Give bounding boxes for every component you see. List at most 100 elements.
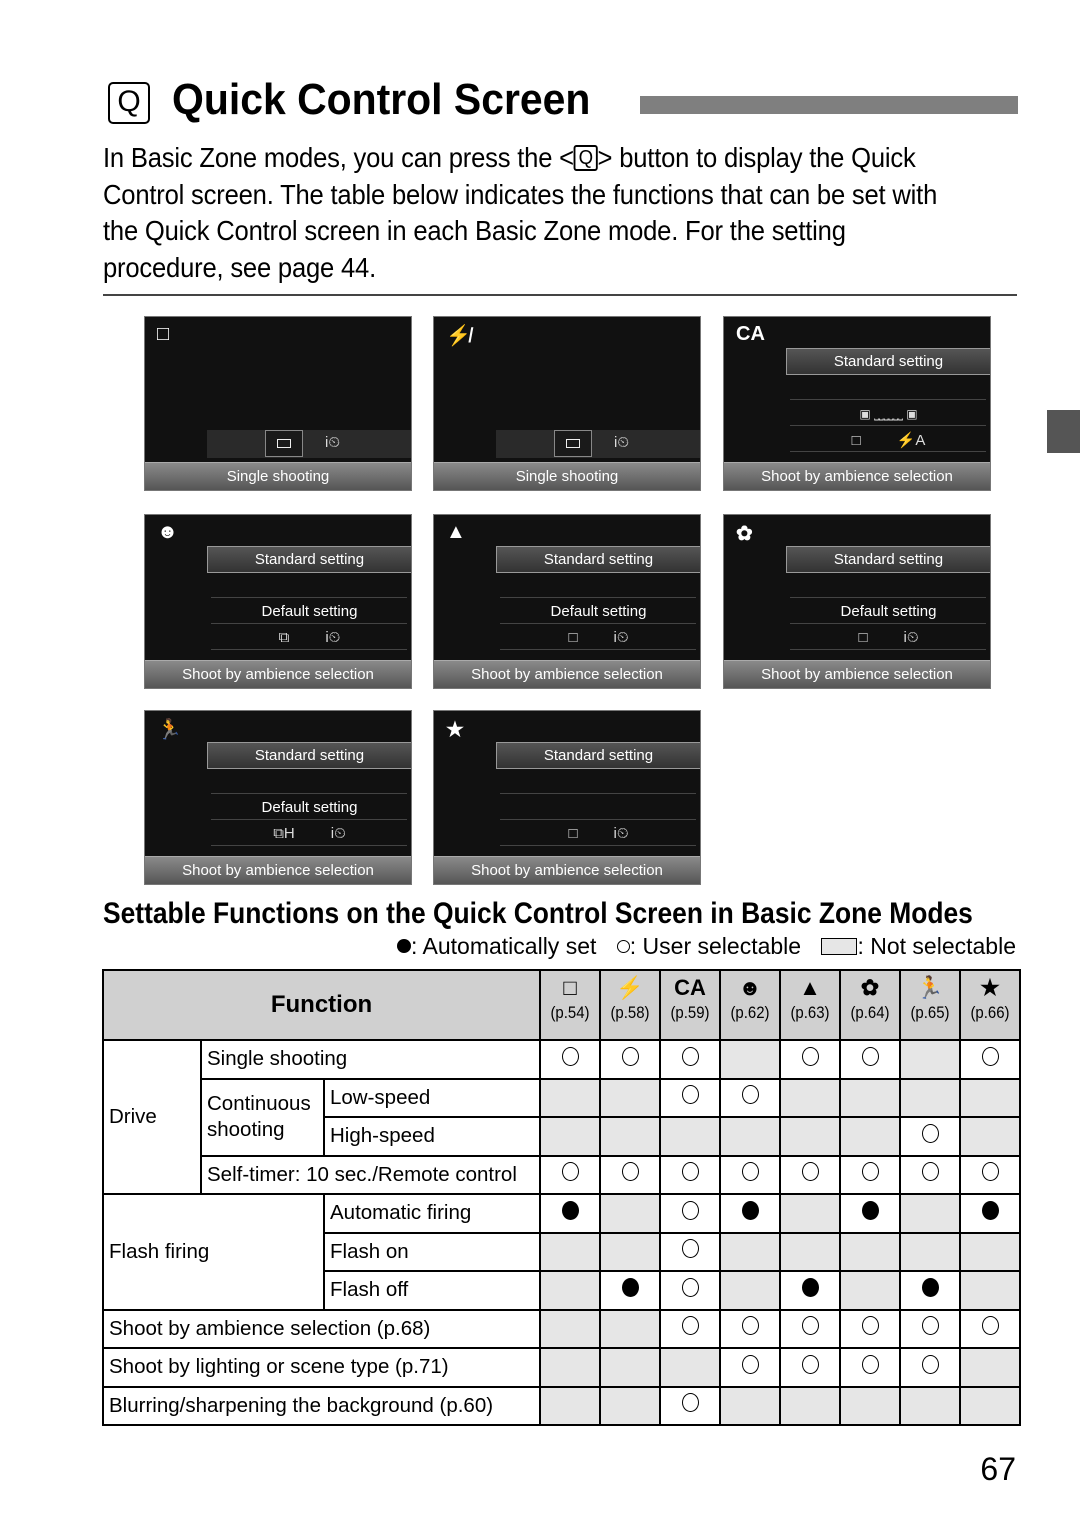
row-label: Self-timer: 10 sec./Remote control xyxy=(200,1154,541,1195)
quick-control-q-icon: Q xyxy=(108,82,150,124)
table-row: Blurring/sharpening the background (p.60… xyxy=(102,1385,1021,1426)
open-circle-icon xyxy=(921,1354,939,1374)
open-circle-icon xyxy=(681,1393,699,1413)
self-timer-icon[interactable]: i⏲ xyxy=(325,434,340,451)
cell-automatically-set xyxy=(779,1270,841,1311)
cell-user-selectable xyxy=(899,1116,961,1157)
drive-icon[interactable]: ⧉ xyxy=(279,629,290,646)
cell-user-selectable xyxy=(779,1347,841,1388)
cell-not-selectable xyxy=(539,1270,601,1311)
mode-icon: □ xyxy=(157,323,170,345)
ca-icons: □ ⚡A xyxy=(786,431,990,449)
open-circle-icon xyxy=(921,1123,939,1143)
cell-user-selectable xyxy=(719,1154,781,1195)
cell-not-selectable xyxy=(539,1347,601,1388)
table-row: Flash firing Automatic firing xyxy=(102,1193,1021,1311)
cell-not-selectable xyxy=(839,1231,901,1272)
mode-icon: 🏃 xyxy=(916,975,944,1000)
standard-setting-button[interactable]: Standard setting xyxy=(496,742,700,769)
separator xyxy=(790,451,986,452)
self-timer-icon[interactable]: i⏲ xyxy=(614,434,629,451)
cell-user-selectable xyxy=(839,1308,901,1349)
cell-not-selectable xyxy=(959,1116,1021,1157)
default-setting-label[interactable]: Default setting xyxy=(786,603,990,620)
cell-user-selectable xyxy=(539,1039,601,1080)
camera-screen: □ i⏲ Single shooting xyxy=(144,316,412,491)
cell-not-selectable xyxy=(899,1231,961,1272)
cell-not-selectable xyxy=(959,1385,1021,1426)
self-timer-icon[interactable]: i⏲ xyxy=(904,629,919,646)
separator xyxy=(500,597,696,598)
cell-not-selectable xyxy=(839,1270,901,1311)
cell-not-selectable xyxy=(899,1039,961,1080)
separator xyxy=(790,399,986,400)
self-timer-icon[interactable]: i⏲ xyxy=(614,629,629,646)
self-timer-icon[interactable]: i⏲ xyxy=(331,825,346,842)
drive-icons: □ i⏲ xyxy=(786,629,990,646)
page-title: Quick Control Screen xyxy=(172,75,591,124)
table-row: Self-timer: 10 sec./Remote control xyxy=(103,1154,1021,1195)
default-setting-label[interactable]: Default setting xyxy=(496,603,700,620)
screen-status-label: Shoot by ambience selection xyxy=(724,462,990,490)
drive-icon[interactable]: □ xyxy=(568,629,577,646)
cell-not-selectable xyxy=(659,1347,721,1388)
cell-not-selectable xyxy=(779,1116,841,1157)
cell-not-selectable xyxy=(539,1385,601,1426)
cell-user-selectable xyxy=(599,1039,661,1080)
cell-not-selectable xyxy=(779,1231,841,1272)
cell-user-selectable xyxy=(899,1347,961,1388)
screen-status-label: Shoot by ambience selection xyxy=(145,856,411,884)
drive-icon[interactable]: ⧉H xyxy=(273,825,295,842)
section-title: Settable Functions on the Quick Control … xyxy=(103,897,973,930)
separator xyxy=(500,819,696,820)
cell-automatically-set xyxy=(899,1270,961,1311)
flash-auto-icon[interactable]: ⚡A xyxy=(897,432,926,449)
table-row: Drive Single shooting xyxy=(102,1039,1021,1195)
standard-setting-button[interactable]: Standard setting xyxy=(207,546,411,573)
cell-not-selectable xyxy=(539,1231,601,1272)
standard-setting-button[interactable]: Standard setting xyxy=(786,348,990,375)
cell-user-selectable xyxy=(659,1077,721,1118)
mode-icon: ★ xyxy=(980,975,1000,1000)
drive-icon[interactable]: □ xyxy=(852,432,861,449)
mode-column-header: CA (p.59) xyxy=(659,969,721,1041)
row-label: High-speed xyxy=(323,1116,541,1157)
mode-column-header: ☻ (p.62) xyxy=(719,969,781,1041)
single-shooting-option[interactable] xyxy=(554,430,592,457)
separator xyxy=(500,623,696,624)
mode-column-header: ▲ (p.63) xyxy=(779,969,841,1041)
cell-not-selectable xyxy=(959,1270,1021,1311)
separator xyxy=(790,597,986,598)
single-shooting-icon xyxy=(277,439,291,448)
row-label: Shoot by ambience selection (p.68) xyxy=(102,1308,541,1349)
background-blur-slider[interactable]: ▣ ⎵⎵⎵⎵⎵⎵ ▣ xyxy=(786,407,990,423)
cell-not-selectable xyxy=(719,1116,781,1157)
open-circle-icon xyxy=(981,1046,999,1066)
default-setting-label[interactable]: Default setting xyxy=(207,799,411,816)
divider xyxy=(103,294,1017,296)
open-circle-icon xyxy=(921,1316,939,1336)
page-number: 67 xyxy=(980,1451,1016,1487)
cell-not-selectable xyxy=(599,1077,661,1118)
open-circle-icon xyxy=(861,1316,879,1336)
cell-not-selectable xyxy=(659,1116,721,1157)
drive-icon[interactable]: □ xyxy=(858,629,867,646)
row-label: Automatic firing xyxy=(323,1193,541,1234)
cell-user-selectable xyxy=(659,1193,721,1234)
cell-user-selectable xyxy=(719,1308,781,1349)
open-circle-icon xyxy=(741,1354,759,1374)
group-drive: Drive xyxy=(102,1039,202,1195)
standard-setting-button[interactable]: Standard setting xyxy=(786,546,990,573)
default-setting-label[interactable]: Default setting xyxy=(207,603,411,620)
cell-not-selectable xyxy=(539,1077,601,1118)
single-shooting-option[interactable] xyxy=(265,430,303,457)
standard-setting-button[interactable]: Standard setting xyxy=(496,546,700,573)
drive-icon[interactable]: □ xyxy=(568,825,577,842)
self-timer-icon[interactable]: i⏲ xyxy=(614,825,629,842)
self-timer-icon[interactable]: i⏲ xyxy=(325,629,340,646)
cell-not-selectable xyxy=(539,1116,601,1157)
cell-automatically-set xyxy=(959,1193,1021,1234)
drive-icons: ⧉ i⏲ xyxy=(207,629,411,646)
standard-setting-button[interactable]: Standard setting xyxy=(207,742,411,769)
chapter-tab xyxy=(1047,410,1080,453)
